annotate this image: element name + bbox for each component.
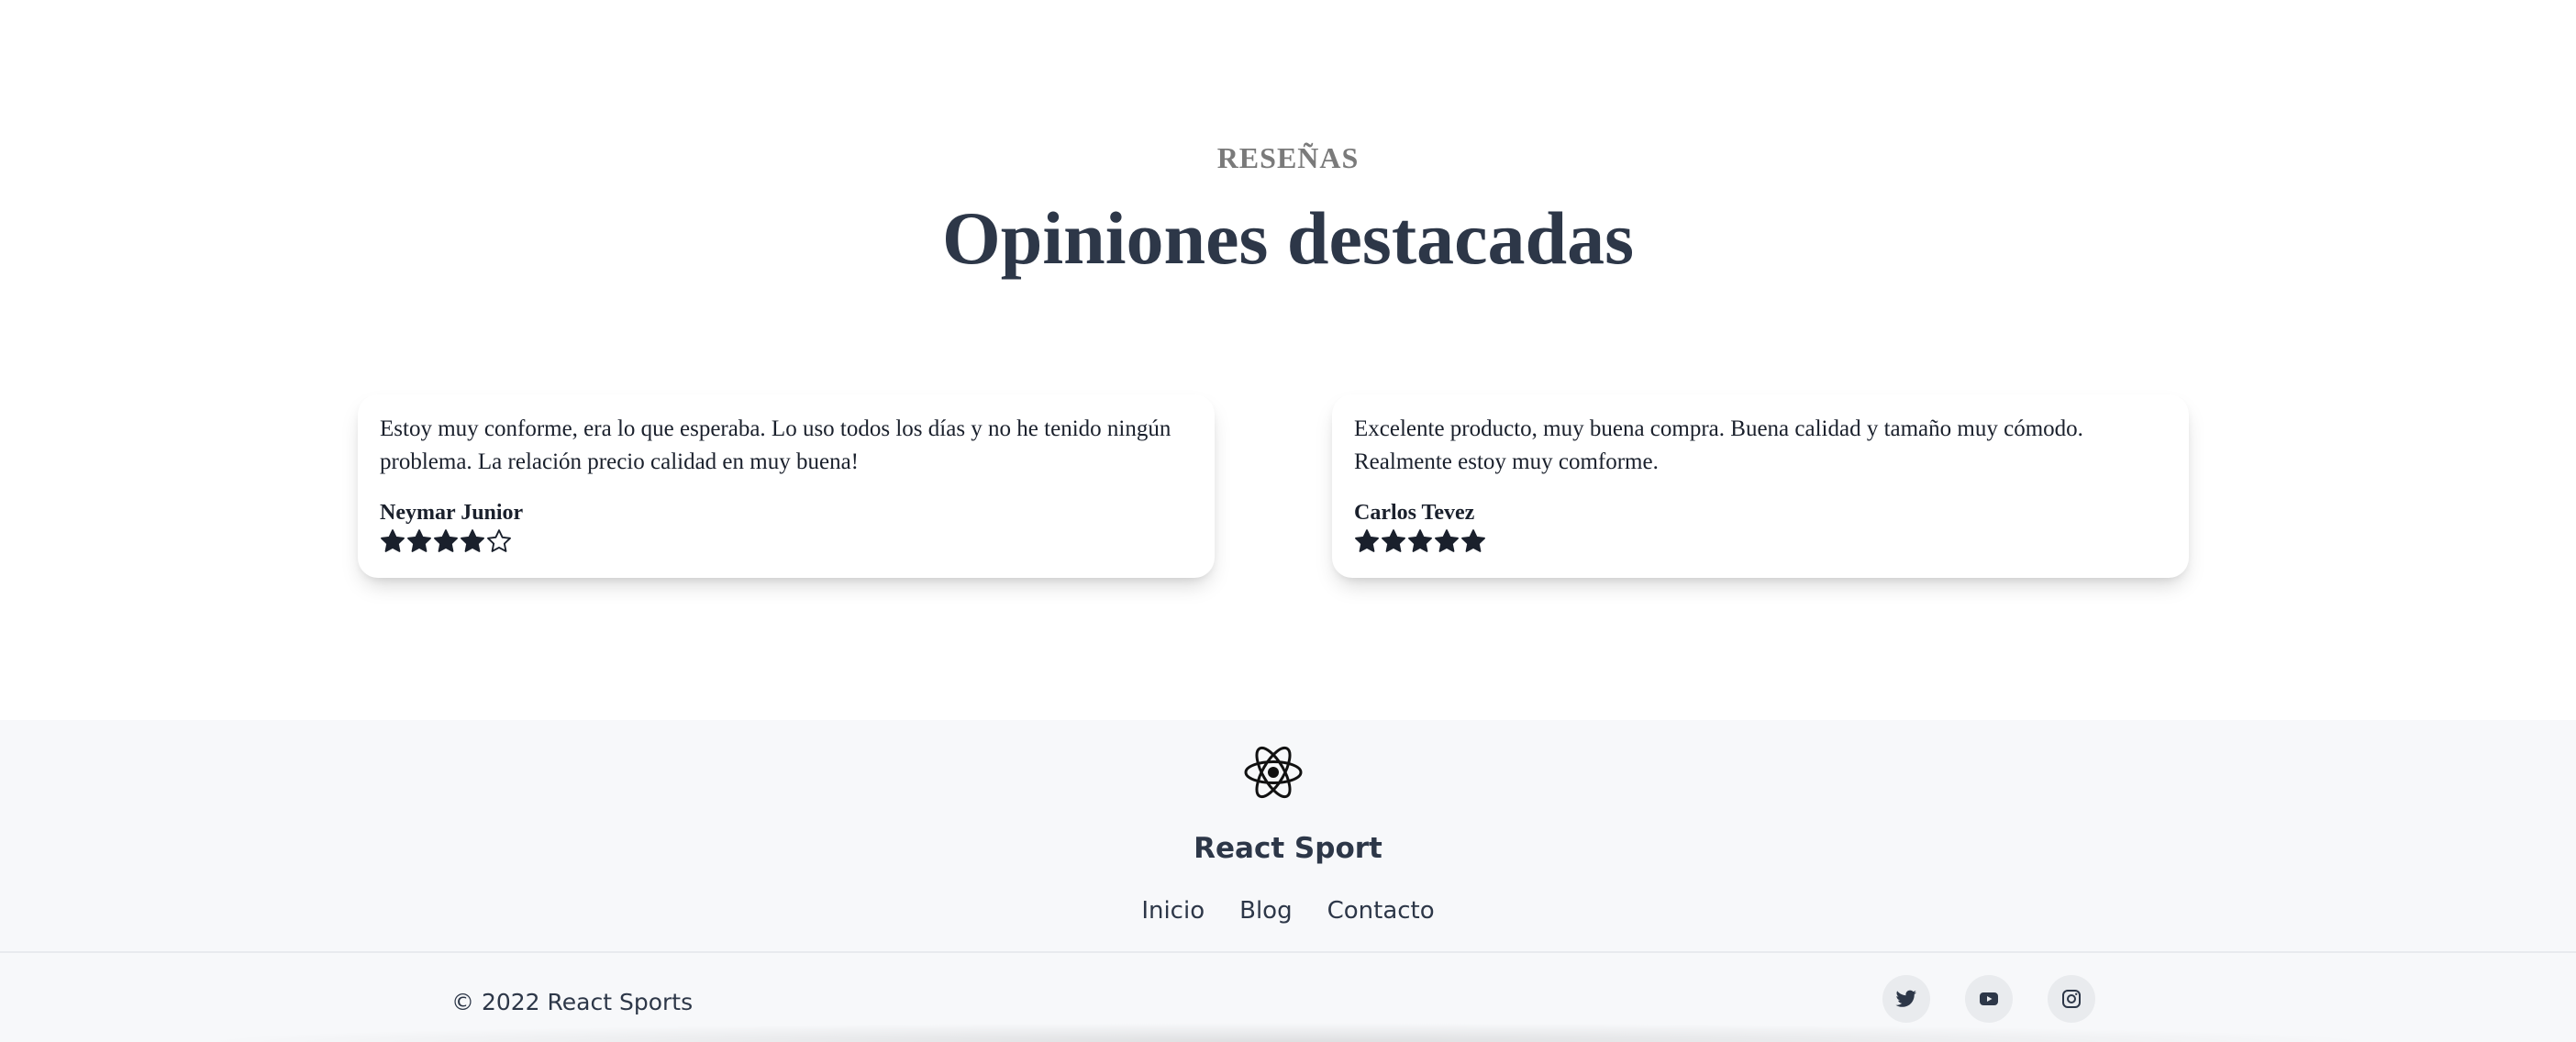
star-filled-icon [1408, 529, 1432, 552]
star-filled-icon [1355, 529, 1379, 552]
reviews-section: RESEÑAS Opiniones destacadas Estoy muy c… [0, 0, 2576, 720]
footer-nav: Inicio Blog Contacto [0, 894, 2576, 927]
review-author: Neymar Junior [380, 501, 524, 525]
footer-link-blog[interactable]: Blog [1239, 894, 1292, 927]
section-title: Opiniones destacadas [941, 196, 1635, 280]
star-rating [380, 528, 1193, 554]
footer-bottom-shadow [183, 1023, 2393, 1042]
review-card: Excelente producto, muy buena compra. Bu… [1332, 394, 2189, 578]
youtube-icon [1980, 992, 1998, 1005]
react-atom-icon[interactable] [1244, 743, 1303, 802]
star-rating [1354, 528, 2167, 554]
star-filled-icon [461, 529, 484, 552]
footer-link-inicio[interactable]: Inicio [1141, 894, 1205, 927]
footer-divider [0, 951, 2576, 953]
star-filled-icon [434, 529, 458, 552]
twitter-button[interactable] [1882, 975, 1930, 1023]
instagram-icon [2062, 990, 2081, 1008]
footer-link-contacto[interactable]: Contacto [1327, 894, 1435, 927]
review-author: Carlos Tevez [1354, 501, 1475, 525]
star-filled-icon [1382, 529, 1405, 552]
review-text: Estoy muy conforme, era lo que esperaba.… [380, 416, 1171, 474]
star-filled-icon [1461, 529, 1485, 552]
youtube-button[interactable] [1965, 975, 2013, 1023]
footer: React Sport Inicio Blog Contacto © 2022 … [0, 720, 2576, 1042]
star-filled-icon [407, 529, 431, 552]
twitter-icon [1895, 990, 1916, 1007]
copyright-text: © 2022 React Sports [451, 989, 694, 1015]
star-empty-icon [487, 529, 511, 552]
footer-brand: React Sport [1194, 832, 1382, 865]
review-card: Estoy muy conforme, era lo que esperaba.… [358, 394, 1215, 578]
review-text: Excelente producto, muy buena compra. Bu… [1354, 416, 2083, 474]
star-filled-icon [381, 529, 405, 552]
instagram-button[interactable] [2048, 975, 2095, 1023]
star-filled-icon [1435, 529, 1459, 552]
section-eyebrow: RESEÑAS [1216, 141, 1360, 174]
